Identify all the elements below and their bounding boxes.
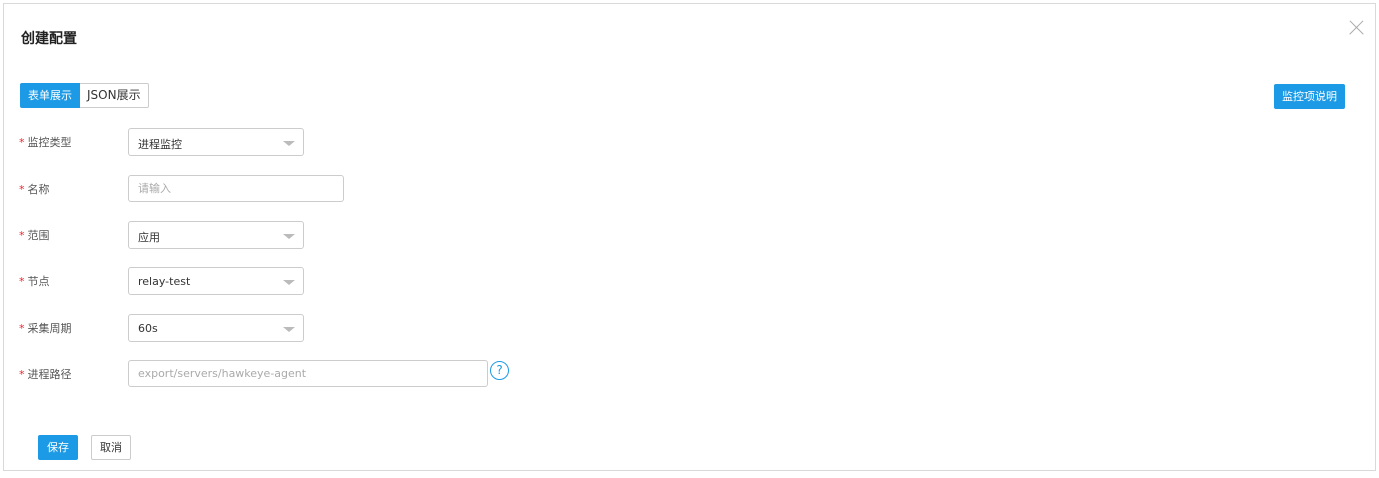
view-tabs: 表单展示 JSON展示 [20,83,149,108]
cancel-button[interactable]: 取消 [91,435,131,460]
save-button[interactable]: 保存 [38,435,78,460]
create-config-dialog: 创建配置 表单展示 JSON展示 监控项说明 *监控类型 进程监控 *名称 *范… [3,3,1376,471]
required-mark: * [19,229,25,242]
name-label: * 名称 [19,183,50,196]
monitor-help-button[interactable]: 监控项说明 [1274,84,1345,109]
name-input[interactable] [128,175,344,202]
node-select[interactable]: relay-test [128,267,304,295]
chevron-down-icon [283,327,295,332]
close-icon[interactable] [1346,18,1366,38]
node-label: * 节点 [19,275,50,288]
process-path-input[interactable] [128,360,488,387]
required-mark: * [19,322,25,335]
scope-label: * 范围 [19,229,50,242]
monitor-type-value: 进程监控 [138,138,182,151]
required-mark: * [19,275,25,288]
scope-value: 应用 [138,231,160,244]
monitor-type-select[interactable]: 进程监控 [128,128,304,156]
required-mark: * [19,368,25,381]
period-select[interactable]: 60s [128,314,304,342]
scope-select[interactable]: 应用 [128,221,304,249]
period-label: * 采集周期 [19,322,72,335]
chevron-down-icon [283,234,295,239]
node-value: relay-test [138,275,191,288]
dialog-title: 创建配置 [21,31,77,47]
tab-form-view[interactable]: 表单展示 [20,83,80,108]
process-path-label: * 进程路径 [19,368,72,381]
required-mark: * [19,183,25,196]
chevron-down-icon [283,280,295,285]
question-circle-icon[interactable]: ? [490,361,509,380]
chevron-down-icon [283,141,295,146]
period-value: 60s [138,322,158,335]
tab-json-view[interactable]: JSON展示 [80,83,149,108]
monitor-type-label: * 监控类型 [19,136,72,149]
required-mark: * [19,136,25,149]
